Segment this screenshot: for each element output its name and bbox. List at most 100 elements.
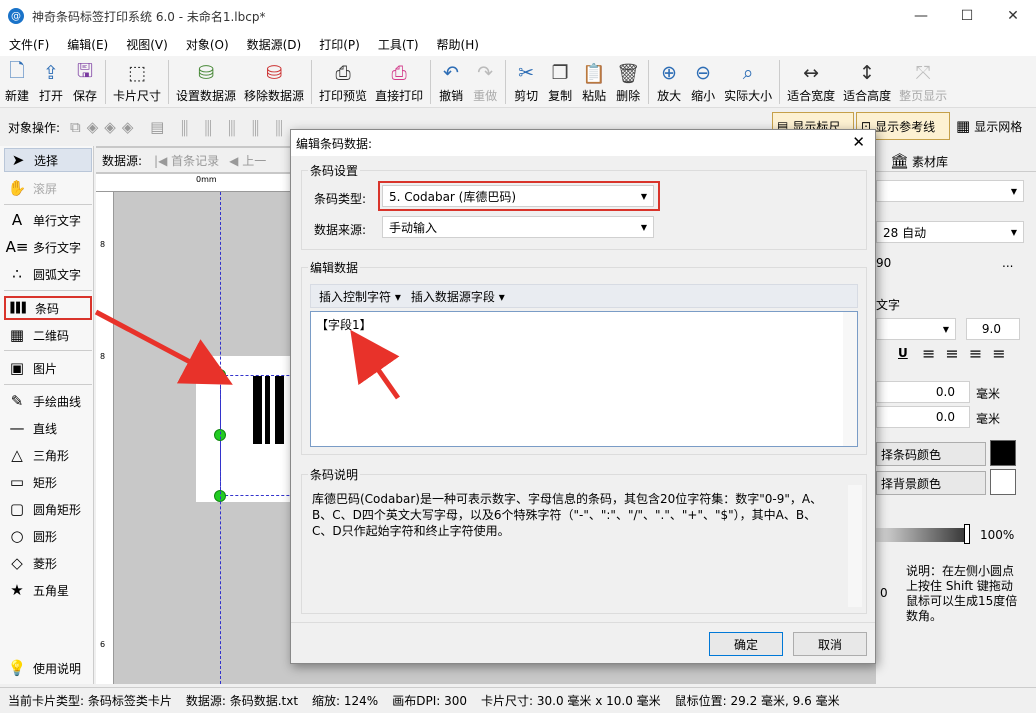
tool-separator bbox=[4, 290, 92, 291]
menu-edit[interactable]: 编辑(E) bbox=[58, 36, 117, 53]
chevron-down-icon: ▼ bbox=[640, 192, 647, 201]
edit-data-title: 编辑数据 bbox=[308, 259, 361, 276]
tool-multi-line-text[interactable]: A≡ 多行文字 bbox=[4, 235, 92, 259]
opacity-slider-track[interactable] bbox=[876, 528, 968, 542]
status-datasource: 数据源: 条码数据.txt bbox=[185, 694, 299, 708]
tool-star[interactable]: ★ 五角星 bbox=[4, 578, 92, 602]
minimize-button[interactable]: — bbox=[898, 0, 944, 32]
menu-file[interactable]: 文件(F) bbox=[0, 36, 58, 53]
tool-pointer[interactable]: ➤ 选择 bbox=[4, 148, 92, 172]
tool-bulb[interactable]: 💡 使用说明 bbox=[4, 656, 92, 680]
data-source-select[interactable]: 手动输入 ▼ bbox=[382, 216, 654, 238]
rp-font-combo[interactable]: ▼ bbox=[876, 318, 956, 340]
paste-button[interactable]: 📋 粘贴 bbox=[577, 56, 611, 108]
background-color-swatch[interactable] bbox=[990, 469, 1016, 495]
rp-offset-1[interactable]: 0.0 bbox=[876, 381, 970, 403]
actual-size-icon: ⌕ bbox=[742, 62, 754, 84]
toolbar-separator bbox=[430, 60, 432, 104]
dialog-title: 编辑条码数据: bbox=[296, 136, 373, 151]
menu-print[interactable]: 打印(P) bbox=[310, 36, 369, 53]
fit-page-button[interactable]: ⤧ 整页显示 bbox=[895, 56, 951, 108]
fit-width-button[interactable]: ↔ 适合宽度 bbox=[783, 56, 839, 108]
fit-height-button[interactable]: ↕ 适合高度 bbox=[839, 56, 895, 108]
database-settings-button[interactable]: ⛁ 设置数据源 bbox=[172, 56, 240, 108]
database-remove-button[interactable]: ⛁ 移除数据源 bbox=[240, 56, 308, 108]
barcode-color-button[interactable]: 择条码颜色 bbox=[876, 442, 986, 466]
insert-field-button[interactable]: 插入数据源字段 ▾ bbox=[411, 288, 505, 305]
rp-offset-2[interactable]: 0.0 bbox=[876, 406, 970, 428]
first-record-button[interactable]: |◀ 首条记录 bbox=[154, 152, 219, 169]
zoom-in-button[interactable]: ⊕ 放大 bbox=[652, 56, 686, 108]
barcode-color-swatch[interactable] bbox=[990, 440, 1016, 466]
tool-diamond[interactable]: ◇ 菱形 bbox=[4, 551, 92, 575]
menu-object[interactable]: 对象(O) bbox=[177, 36, 238, 53]
redo-button[interactable]: ↷ 重做 bbox=[468, 56, 502, 108]
ok-button[interactable]: 确定 bbox=[709, 632, 783, 656]
open-button[interactable]: ⇪ 打开 bbox=[34, 56, 68, 108]
background-color-button[interactable]: 择背景颜色 bbox=[876, 471, 986, 495]
tool-triangle[interactable]: △ 三角形 bbox=[4, 443, 92, 467]
dialog-title-bar: 编辑条码数据: ✕ bbox=[291, 130, 875, 156]
delete-button[interactable]: 🗑 删除 bbox=[611, 56, 645, 108]
tool-single-line-text[interactable]: A 单行文字 bbox=[4, 208, 92, 232]
tool-image[interactable]: ▣ 图片 bbox=[4, 356, 92, 380]
textarea-scrollbar[interactable] bbox=[843, 312, 857, 446]
rp-ellipsis-button[interactable]: ... bbox=[1002, 256, 1013, 270]
tool-barcode[interactable]: ▌▌▌ 条码 bbox=[4, 296, 92, 320]
edit-data-toolbar: 插入控制字符 ▾ 插入数据源字段 ▾ bbox=[310, 284, 858, 308]
actual-size-button[interactable]: ⌕ 实际大小 bbox=[720, 56, 776, 108]
description-scrollbar[interactable] bbox=[848, 485, 862, 607]
cut-icon: ✂ bbox=[518, 62, 535, 84]
menu-datasource[interactable]: 数据源(D) bbox=[238, 36, 311, 53]
dialog-close-button[interactable]: ✕ bbox=[852, 133, 865, 151]
align-icons[interactable]: ≡≡≡≡ bbox=[922, 344, 1016, 363]
show-grid-button[interactable]: ▦ 显示网格 bbox=[954, 112, 1034, 140]
tool-pen[interactable]: ✎ 手绘曲线 bbox=[4, 389, 92, 413]
rp-combo-1[interactable]: ▼ bbox=[876, 180, 1024, 202]
undo-button[interactable]: ↶ 撤销 bbox=[434, 56, 468, 108]
barcode-data-textarea[interactable]: 【字段1】 bbox=[310, 311, 858, 447]
cut-button[interactable]: ✂ 剪切 bbox=[509, 56, 543, 108]
paste-icon: 📋 bbox=[582, 62, 606, 85]
toolbar-separator bbox=[505, 60, 507, 104]
ruler-mark-8: 8 bbox=[100, 240, 106, 249]
tool-line[interactable]: — 直线 bbox=[4, 416, 92, 440]
cancel-button[interactable]: 取消 bbox=[793, 632, 867, 656]
zoom-out-button[interactable]: ⊖ 缩小 bbox=[686, 56, 720, 108]
rp-unit-2: 毫米 bbox=[976, 412, 1001, 426]
print-preview-button[interactable]: ⎙ 打印预览 bbox=[315, 56, 371, 108]
barcode-type-select[interactable]: 5. Codabar (库德巴码) ▼ bbox=[382, 185, 654, 207]
tool-qrcode[interactable]: ▦ 二维码 bbox=[4, 323, 92, 347]
underline-icon[interactable]: U bbox=[898, 346, 908, 360]
print-icon: ⎙ bbox=[391, 62, 407, 84]
rp-auto-combo[interactable]: 28 自动 ▼ bbox=[876, 221, 1024, 243]
tool-circle[interactable]: ○ 圆形 bbox=[4, 524, 92, 548]
opacity-slider-thumb[interactable] bbox=[964, 524, 970, 544]
tool-hand[interactable]: ✋ 滚屏 bbox=[4, 176, 92, 200]
rp-font-size[interactable]: 9.0 bbox=[966, 318, 1020, 340]
opacity-value: 100% bbox=[980, 528, 1015, 542]
tab-library[interactable]: 素材库 bbox=[912, 153, 948, 170]
print-button[interactable]: ⎙ 直接打印 bbox=[371, 56, 427, 108]
multi-line-text-icon: A≡ bbox=[5, 238, 29, 256]
menu-view[interactable]: 视图(V) bbox=[117, 36, 177, 53]
maximize-button[interactable]: ☐ bbox=[944, 0, 990, 32]
menu-tools[interactable]: 工具(T) bbox=[369, 36, 428, 53]
pen-icon: ✎ bbox=[10, 392, 24, 410]
tool-rectangle[interactable]: ▭ 矩形 bbox=[4, 470, 92, 494]
insert-control-char-button[interactable]: 插入控制字符 ▾ bbox=[319, 288, 401, 305]
new-file-button[interactable]: 🗋 新建 bbox=[0, 56, 34, 108]
vertical-guide-line bbox=[220, 192, 221, 684]
fit-width-icon: ↔ bbox=[803, 62, 820, 84]
pointer-icon: ➤ bbox=[11, 151, 25, 169]
tool-arc-text[interactable]: ∴ 圆弧文字 bbox=[4, 262, 92, 286]
close-window-button[interactable]: ✕ bbox=[990, 0, 1036, 32]
prev-record-button[interactable]: ◀ 上一 bbox=[229, 152, 266, 169]
vertical-ruler: 8 8 6 bbox=[96, 192, 114, 684]
copy-button[interactable]: ❐ 复制 bbox=[543, 56, 577, 108]
save-button[interactable]: 🖫 保存 bbox=[68, 56, 102, 108]
bulb-icon: 💡 bbox=[7, 659, 27, 677]
menu-help[interactable]: 帮助(H) bbox=[428, 36, 488, 53]
card-size-button[interactable]: ⬚ 卡片尺寸 bbox=[109, 56, 165, 108]
tool-rounded-rect[interactable]: ▢ 圆角矩形 bbox=[4, 497, 92, 521]
